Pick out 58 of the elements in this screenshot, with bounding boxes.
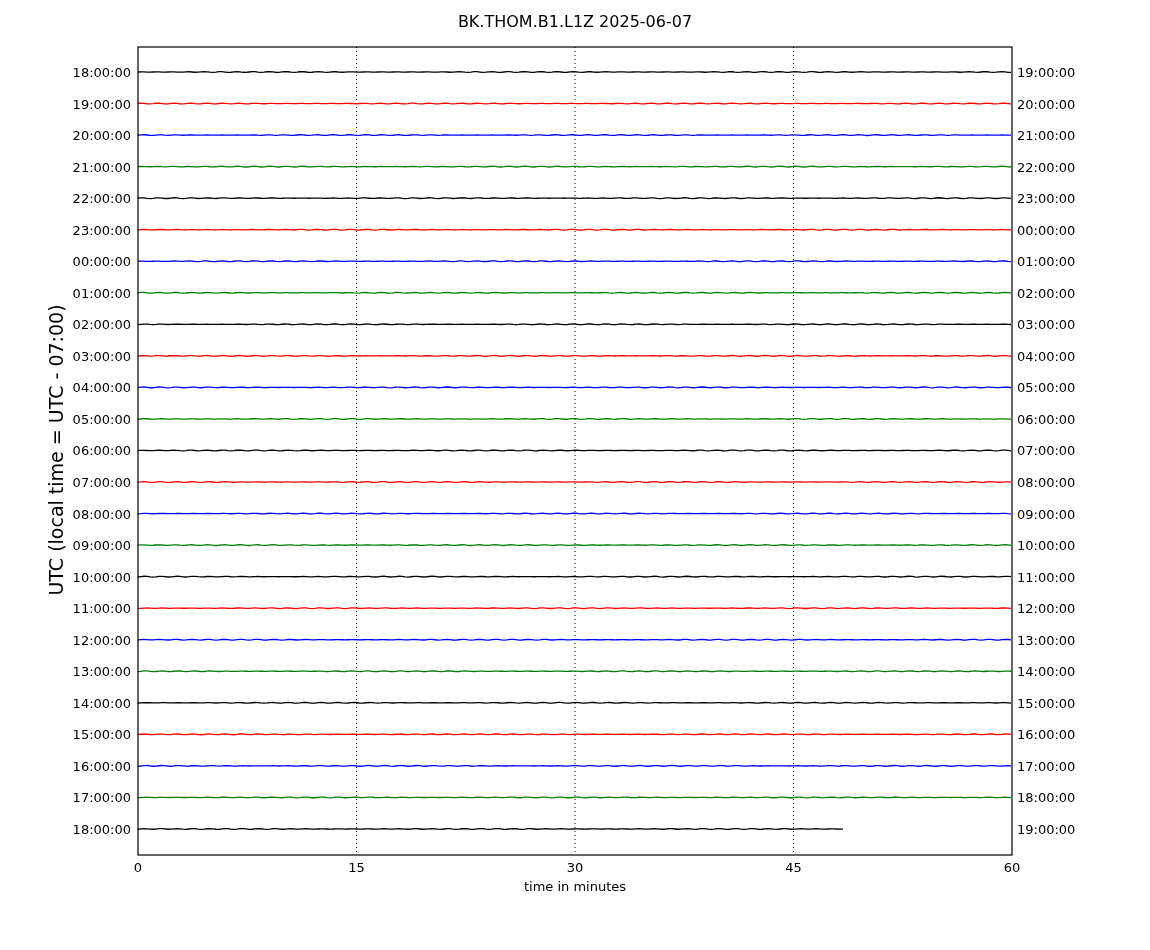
row-time-label: 17:00:00 [1017,758,1076,774]
row-time-label: 08:00:00 [1017,475,1076,490]
row-time-label: 12:00:00 [72,632,131,648]
row-time-label: 20:00:00 [1017,96,1076,112]
row-time-label: 10:00:00 [1017,538,1076,554]
row-time-label: 01:00:00 [1017,254,1076,270]
row-time-label: 10:00:00 [72,569,131,585]
row-time-label: 11:00:00 [1017,569,1076,585]
row-time-label: 09:00:00 [72,538,131,554]
row-time-label: 15:00:00 [1017,695,1076,711]
row-time-label: 21:00:00 [72,159,131,175]
x-tick-label: 30 [566,860,584,875]
row-time-label: 04:00:00 [1017,348,1076,364]
row-time-label: 05:00:00 [72,411,131,427]
row-time-label: 05:00:00 [1017,380,1076,396]
row-time-label: 16:00:00 [1017,727,1076,743]
row-time-label: 07:00:00 [1017,443,1076,459]
x-tick-label: 15 [348,860,365,875]
row-time-label: 08:00:00 [72,506,131,522]
row-time-label: 20:00:00 [72,128,131,144]
row-time-label: 00:00:00 [72,254,131,270]
row-time-label: 14:00:00 [72,695,131,711]
row-time-label: 00:00:00 [1017,222,1076,238]
row-time-label: 13:00:00 [1017,632,1076,648]
x-tick-label: 45 [785,860,802,875]
row-time-label: 18:00:00 [72,821,131,837]
row-time-label: 18:00:00 [72,65,131,80]
row-time-label: 02:00:00 [72,317,131,333]
x-tick-label: 60 [1003,860,1021,875]
row-time-label: 23:00:00 [1017,191,1076,207]
row-time-label: 19:00:00 [1017,821,1076,837]
row-time-label: 03:00:00 [72,348,131,364]
row-time-label: 11:00:00 [72,601,131,617]
row-time-label: 21:00:00 [1017,128,1076,144]
plot-title: BK.THOM.B1.L1Z 2025-06-07 [457,12,693,31]
y-axis-label: UTC (local time = UTC - 07:00) [45,304,67,596]
row-time-label: 12:00:00 [1017,601,1076,617]
row-time-label: 04:00:00 [72,380,131,396]
row-time-label: 19:00:00 [72,96,131,112]
row-time-label: 14:00:00 [1017,664,1076,680]
row-time-label: 22:00:00 [72,191,131,207]
row-time-label: 01:00:00 [72,285,131,301]
x-axis-label: time in minutes [523,879,627,894]
row-time-label: 22:00:00 [1017,159,1076,175]
row-time-label: 16:00:00 [72,758,131,774]
row-time-label: 06:00:00 [72,443,131,459]
x-tick-label: 0 [133,860,143,875]
row-time-label: 09:00:00 [1017,506,1076,522]
row-time-label: 18:00:00 [1017,790,1076,806]
row-time-label: 15:00:00 [72,727,131,743]
row-time-label: 07:00:00 [72,475,131,490]
row-time-label: 23:00:00 [72,222,131,238]
row-time-label: 06:00:00 [1017,411,1076,427]
row-time-label: 13:00:00 [72,664,131,680]
row-time-label: 19:00:00 [1017,65,1076,80]
row-time-label: 03:00:00 [1017,317,1076,333]
row-time-label: 02:00:00 [1017,285,1076,301]
row-time-label: 17:00:00 [72,790,131,806]
